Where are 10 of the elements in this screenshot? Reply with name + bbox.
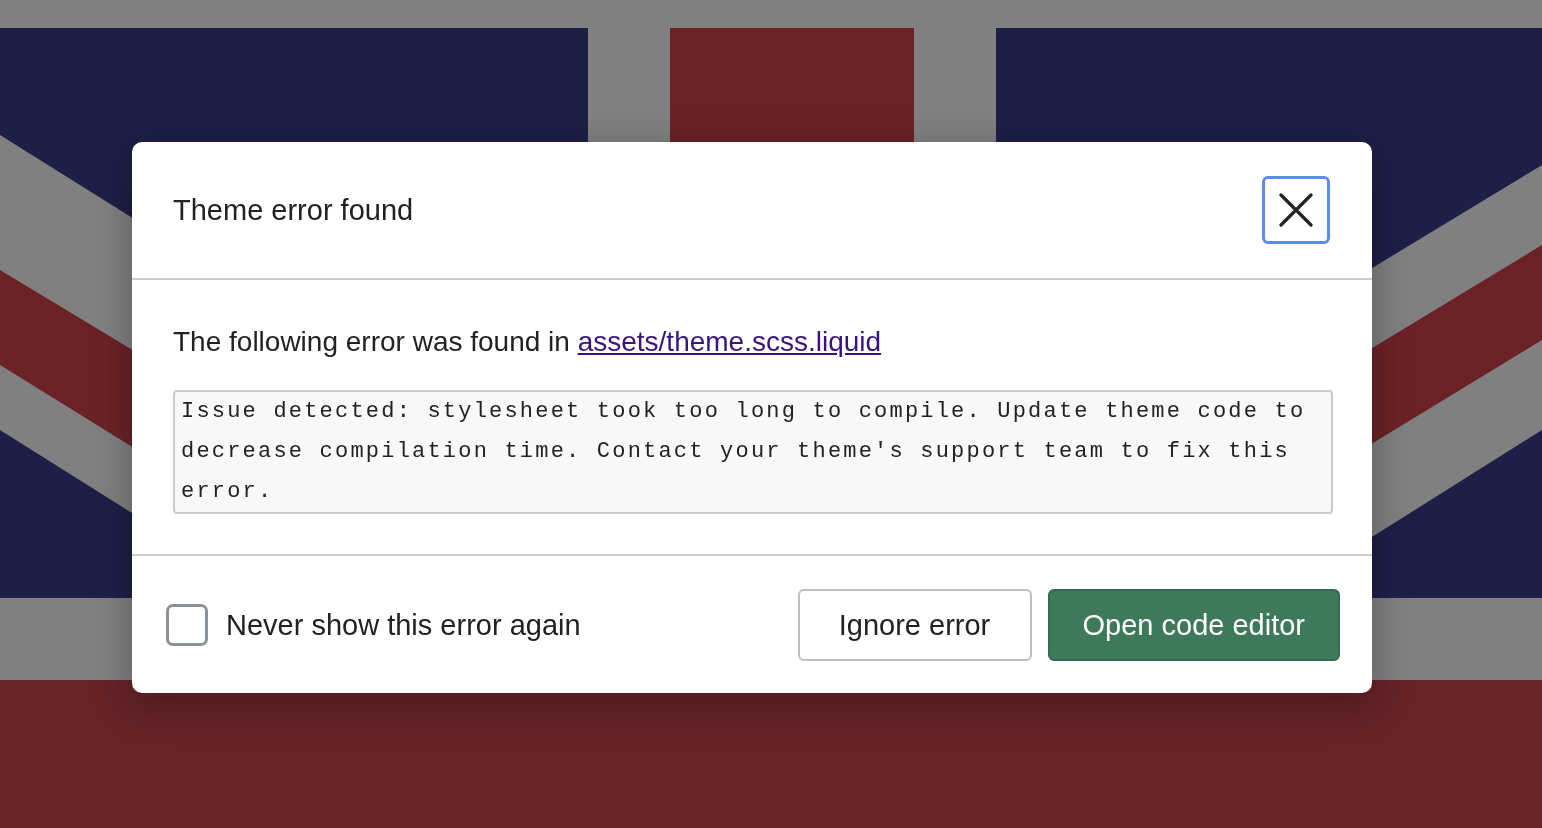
error-details: Issue detected: stylesheet took too long to compile. Update theme code to decrease compilation time. Contact your theme's support team to fix this error. (173, 390, 1333, 514)
dialog-title: Theme error found (173, 193, 414, 227)
ignore-button[interactable]: Ignore error (797, 589, 1032, 661)
checkbox-label: Never show this error again (226, 608, 581, 642)
file-link[interactable]: assets/theme.scss.liquid (577, 326, 882, 357)
close-button[interactable] (1262, 176, 1330, 244)
checkbox[interactable] (166, 604, 208, 646)
message-text: The following error was found in (173, 326, 570, 357)
close-icon (1279, 193, 1313, 227)
open-editor-button[interactable]: Open code editor (1047, 589, 1340, 661)
